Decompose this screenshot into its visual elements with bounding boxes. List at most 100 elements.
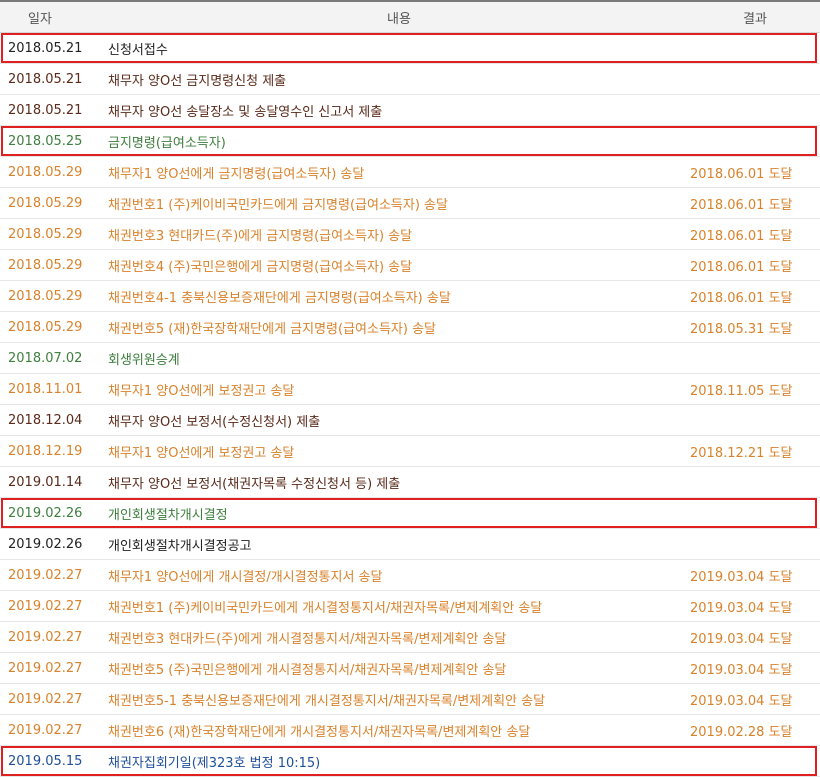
row-date: 2019.02.27 xyxy=(0,652,108,684)
table-row: 2018.05.29 채무자1 양O선에게 금지명령(급여소득자) 송달 2018.… xyxy=(0,156,820,188)
row-result: 2018.06.01 도달 xyxy=(690,156,820,188)
header-result: 결과 xyxy=(690,0,820,33)
table-row: 2018.05.29 채권번호1 (주)케이비국민카드에게 금지명령(급여소득자)… xyxy=(0,187,820,219)
row-result xyxy=(690,32,820,64)
table-row: 2019.02.27 채권번호6 (재)한국장학재단에게 개시결정통지서/채권자목… xyxy=(0,714,820,746)
row-date: 2019.02.27 xyxy=(0,559,108,591)
case-progress-panel: 일자 내용 결과 2018.05.21 신청서접수 2018.05.21 채무자 양O… xyxy=(0,0,820,777)
table-row: 2019.02.27 채권번호5 (주)국민은행에게 개시결정통지서/채권자목록/… xyxy=(0,652,820,684)
header-row: 일자 내용 결과 xyxy=(0,0,820,33)
row-result: 2018.06.01 도달 xyxy=(690,249,820,281)
row-content: 채권번호4 (주)국민은행에게 금지명령(급여소득자) 송달 xyxy=(108,249,690,281)
row-result xyxy=(690,94,820,126)
row-result: 2018.06.01 도달 xyxy=(690,187,820,219)
row-date: 2018.07.02 xyxy=(0,342,108,374)
table-row: 2019.02.26 개인회생절차개시결정 xyxy=(0,497,820,529)
row-date: 2018.05.29 xyxy=(0,311,108,343)
table-row: 2019.02.27 채권번호5-1 충북신용보증재단에게 개시결정통지서/채권자… xyxy=(0,683,820,715)
row-result xyxy=(690,528,820,560)
table-row: 2018.05.25 금지명령(급여소득자) xyxy=(0,125,820,157)
row-date: 2019.02.27 xyxy=(0,621,108,653)
row-result: 2019.03.04 도달 xyxy=(690,683,820,715)
table-row: 2019.01.14 채무자 양O선 보정서(채권자목록 수정신청서 등) 제출 xyxy=(0,466,820,498)
row-result: 2018.06.01 도달 xyxy=(690,280,820,312)
row-content: 채무자 양O선 금지명령신청 제출 xyxy=(108,63,690,95)
row-result xyxy=(690,745,820,777)
row-content: 채무자1 양O선에게 보정권고 송달 xyxy=(108,435,690,467)
row-date: 2018.12.04 xyxy=(0,404,108,436)
row-content: 채권번호5-1 충북신용보증재단에게 개시결정통지서/채권자목록/변제계획안 송… xyxy=(108,683,690,715)
row-result: 2018.11.05 도달 xyxy=(690,373,820,405)
row-content: 채권번호1 (주)케이비국민카드에게 금지명령(급여소득자) 송달 xyxy=(108,187,690,219)
table-row: 2018.05.21 채무자 양O선 송달장소 및 송달영수인 신고서 제출 xyxy=(0,94,820,126)
row-result: 2019.03.04 도달 xyxy=(690,590,820,622)
table-row: 2019.05.15 채권자집회기일(제323호 법정 10:15) xyxy=(0,745,820,777)
row-result: 2019.02.28 도달 xyxy=(690,714,820,746)
row-content: 신청서접수 xyxy=(108,32,690,64)
row-date: 2019.02.27 xyxy=(0,683,108,715)
row-content: 채권번호3 현대카드(주)에게 개시결정통지서/채권자목록/변제계획안 송달 xyxy=(108,621,690,653)
table-row: 2018.05.21 신청서접수 xyxy=(0,32,820,64)
table-row: 2018.12.19 채무자1 양O선에게 보정권고 송달 2018.12.21 도… xyxy=(0,435,820,467)
row-result xyxy=(690,63,820,95)
row-content: 채무자 양O선 보정서(채권자목록 수정신청서 등) 제출 xyxy=(108,466,690,498)
header-date: 일자 xyxy=(0,0,108,33)
row-date: 2018.05.29 xyxy=(0,218,108,250)
row-date: 2018.11.01 xyxy=(0,373,108,405)
row-date: 2019.02.26 xyxy=(0,497,108,529)
case-progress-table: 일자 내용 결과 2018.05.21 신청서접수 2018.05.21 채무자 양O… xyxy=(0,0,820,777)
row-result: 2019.03.04 도달 xyxy=(690,621,820,653)
row-content: 채무자1 양O선에게 보정권고 송달 xyxy=(108,373,690,405)
row-content: 회생위원승계 xyxy=(108,342,690,374)
table-row: 2018.11.01 채무자1 양O선에게 보정권고 송달 2018.11.05 도… xyxy=(0,373,820,405)
row-result xyxy=(690,497,820,529)
row-date: 2018.05.29 xyxy=(0,156,108,188)
header-content: 내용 xyxy=(108,0,690,33)
table-row: 2019.02.27 채권번호1 (주)케이비국민카드에게 개시결정통지서/채권자… xyxy=(0,590,820,622)
table-row: 2018.05.29 채권번호5 (재)한국장학재단에게 금지명령(급여소득자) … xyxy=(0,311,820,343)
row-date: 2018.12.19 xyxy=(0,435,108,467)
table-row: 2018.05.21 채무자 양O선 금지명령신청 제출 xyxy=(0,63,820,95)
row-date: 2019.05.15 xyxy=(0,745,108,777)
row-content: 채무자1 양O선에게 개시결정/개시결정통지서 송달 xyxy=(108,559,690,591)
table-header: 일자 내용 결과 xyxy=(0,0,820,33)
row-content: 금지명령(급여소득자) xyxy=(108,125,690,157)
table-row: 2019.02.27 채무자1 양O선에게 개시결정/개시결정통지서 송달 2019… xyxy=(0,559,820,591)
row-date: 2019.02.27 xyxy=(0,590,108,622)
table-row: 2019.02.26 개인회생절차개시결정공고 xyxy=(0,528,820,560)
table-body: 2018.05.21 신청서접수 2018.05.21 채무자 양O선 금지명령신청 … xyxy=(0,32,820,777)
row-date: 2018.05.29 xyxy=(0,249,108,281)
row-content: 채권번호1 (주)케이비국민카드에게 개시결정통지서/채권자목록/변제계획안 송… xyxy=(108,590,690,622)
table-row: 2018.12.04 채무자 양O선 보정서(수정신청서) 제출 xyxy=(0,404,820,436)
row-content: 개인회생절차개시결정공고 xyxy=(108,528,690,560)
row-date: 2018.05.21 xyxy=(0,32,108,64)
row-result: 2018.06.01 도달 xyxy=(690,218,820,250)
row-content: 채권번호3 현대카드(주)에게 금지명령(급여소득자) 송달 xyxy=(108,218,690,250)
row-result xyxy=(690,404,820,436)
row-result: 2019.03.04 도달 xyxy=(690,652,820,684)
table-row: 2018.07.02 회생위원승계 xyxy=(0,342,820,374)
row-date: 2018.05.21 xyxy=(0,63,108,95)
row-result xyxy=(690,466,820,498)
row-date: 2018.05.21 xyxy=(0,94,108,126)
row-content: 채권자집회기일(제323호 법정 10:15) xyxy=(108,745,690,777)
row-result: 2018.12.21 도달 xyxy=(690,435,820,467)
row-result xyxy=(690,342,820,374)
table-row: 2018.05.29 채권번호4 (주)국민은행에게 금지명령(급여소득자) 송달… xyxy=(0,249,820,281)
row-content: 채권번호5 (주)국민은행에게 개시결정통지서/채권자목록/변제계획안 송달 xyxy=(108,652,690,684)
row-date: 2019.02.27 xyxy=(0,714,108,746)
row-date: 2019.02.26 xyxy=(0,528,108,560)
table-row: 2018.05.29 채권번호4-1 충북신용보증재단에게 금지명령(급여소득자)… xyxy=(0,280,820,312)
row-content: 채무자 양O선 보정서(수정신청서) 제출 xyxy=(108,404,690,436)
row-content: 채권번호6 (재)한국장학재단에게 개시결정통지서/채권자목록/변제계획안 송달 xyxy=(108,714,690,746)
row-result: 2018.05.31 도달 xyxy=(690,311,820,343)
row-content: 채무자 양O선 송달장소 및 송달영수인 신고서 제출 xyxy=(108,94,690,126)
row-content: 채권번호5 (재)한국장학재단에게 금지명령(급여소득자) 송달 xyxy=(108,311,690,343)
row-content: 채권번호4-1 충북신용보증재단에게 금지명령(급여소득자) 송달 xyxy=(108,280,690,312)
row-date: 2018.05.25 xyxy=(0,125,108,157)
row-date: 2018.05.29 xyxy=(0,187,108,219)
table-row: 2019.02.27 채권번호3 현대카드(주)에게 개시결정통지서/채권자목록/… xyxy=(0,621,820,653)
row-date: 2018.05.29 xyxy=(0,280,108,312)
row-date: 2019.01.14 xyxy=(0,466,108,498)
row-content: 채무자1 양O선에게 금지명령(급여소득자) 송달 xyxy=(108,156,690,188)
